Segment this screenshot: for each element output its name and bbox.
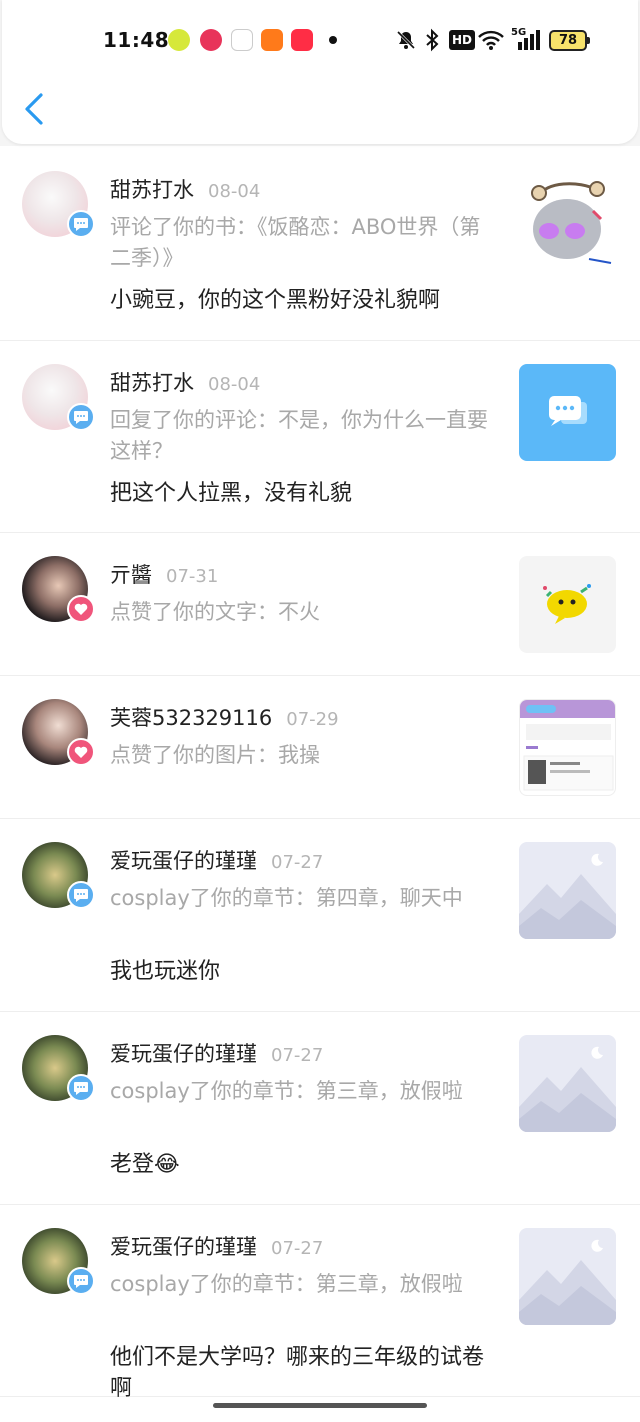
user-name[interactable]: 甜苏打水: [110, 178, 194, 202]
comment-badge-icon: [67, 881, 95, 909]
date: 08-04: [208, 181, 261, 202]
reply-text: 他们不是大学吗？哪来的三年级的试卷啊: [110, 1345, 485, 1401]
app-icon: [261, 29, 283, 51]
wifi-icon: [478, 30, 504, 50]
message-icon[interactable]: [519, 364, 616, 461]
notification-item[interactable]: 爱玩蛋仔的瑾瑾 07-27 cosplay了你的章节：第三章，放假啦 他们不是大学…: [0, 1205, 640, 1401]
bluetooth-icon: [426, 28, 439, 52]
date: 07-31: [166, 566, 219, 587]
date: 07-27: [271, 1238, 324, 1259]
action-text: 评论了你的书：《饭酪恋：ABO世界（第二季）》: [110, 215, 481, 270]
app-icon: [291, 29, 313, 51]
heart-badge-icon: [67, 595, 95, 623]
notification-item[interactable]: 芙蓉532329116 07-29 点赞了你的图片：我操: [0, 676, 640, 819]
date: 07-27: [271, 852, 324, 873]
action-text: 回复了你的评论：不是，你为什么一直要这样？: [110, 408, 488, 463]
date: 08-04: [208, 374, 261, 395]
user-name[interactable]: 爱玩蛋仔的瑾瑾: [110, 1042, 257, 1066]
user-name[interactable]: 芙蓉532329116: [110, 706, 272, 730]
app-icon: [231, 29, 253, 51]
comment-badge-icon: [67, 403, 95, 431]
signal-icon: [518, 30, 540, 50]
emoji-image[interactable]: [519, 556, 616, 653]
notification-dot: [329, 36, 337, 44]
reply-text: 小豌豆，你的这个黑粉好没礼貌啊: [110, 288, 441, 313]
sticker-image[interactable]: [519, 171, 616, 268]
home-indicator[interactable]: [213, 1403, 427, 1408]
notification-item[interactable]: 爱玩蛋仔的瑾瑾 07-27 cosplay了你的章节：第四章，聊天中 我也玩迷你: [0, 819, 640, 1012]
hd-badge: HD: [449, 30, 476, 50]
header-card: [2, 0, 638, 144]
placeholder-image[interactable]: [519, 1035, 616, 1132]
heart-badge-icon: [67, 738, 95, 766]
app-icon: [168, 29, 190, 51]
action-text: 点赞了你的图片：我操: [110, 743, 320, 767]
comment-badge-icon: [67, 210, 95, 238]
notification-item[interactable]: 甜苏打水 08-04 回复了你的评论：不是，你为什么一直要这样？ 把这个人拉黑，没…: [0, 341, 640, 533]
user-name[interactable]: 爱玩蛋仔的瑾瑾: [110, 1235, 257, 1259]
reply-text: 老登😂: [110, 1152, 180, 1177]
notification-item[interactable]: 甜苏打水 08-04 评论了你的书：《饭酪恋：ABO世界（第二季）》 小豌豆，你的…: [0, 148, 640, 341]
mute-bell-icon: [396, 30, 416, 50]
reply-text: 把这个人拉黑，没有礼貌: [110, 481, 353, 506]
comment-badge-icon: [67, 1074, 95, 1102]
placeholder-image[interactable]: [519, 1228, 616, 1325]
action-text: cosplay了你的章节：第四章，聊天中: [110, 886, 463, 910]
status-time: 11:48: [103, 28, 170, 52]
notification-item[interactable]: 爱玩蛋仔的瑾瑾 07-27 cosplay了你的章节：第三章，放假啦 老登😂: [0, 1012, 640, 1205]
user-name[interactable]: 亓醬: [110, 563, 152, 587]
date: 07-27: [271, 1045, 324, 1066]
reply-text: 我也玩迷你: [110, 959, 221, 984]
battery-indicator: 78: [549, 30, 590, 51]
notification-list: 甜苏打水 08-04 评论了你的书：《饭酪恋：ABO世界（第二季）》 小豌豆，你的…: [0, 148, 640, 1401]
placeholder-image[interactable]: [519, 842, 616, 939]
comment-badge-icon: [67, 1267, 95, 1295]
screenshot-image[interactable]: [519, 699, 616, 796]
action-text: cosplay了你的章节：第三章，放假啦: [110, 1079, 463, 1103]
notification-item[interactable]: 亓醬 07-31 点赞了你的文字：不火: [0, 533, 640, 676]
header: [0, 0, 640, 146]
action-text: cosplay了你的章节：第三章，放假啦: [110, 1272, 463, 1296]
user-name[interactable]: 爱玩蛋仔的瑾瑾: [110, 849, 257, 873]
date: 07-29: [286, 709, 339, 730]
action-text: 点赞了你的文字：不火: [110, 600, 320, 624]
app-icon: [200, 29, 222, 51]
chevron-left-icon[interactable]: [22, 92, 46, 126]
user-name[interactable]: 甜苏打水: [110, 371, 194, 395]
